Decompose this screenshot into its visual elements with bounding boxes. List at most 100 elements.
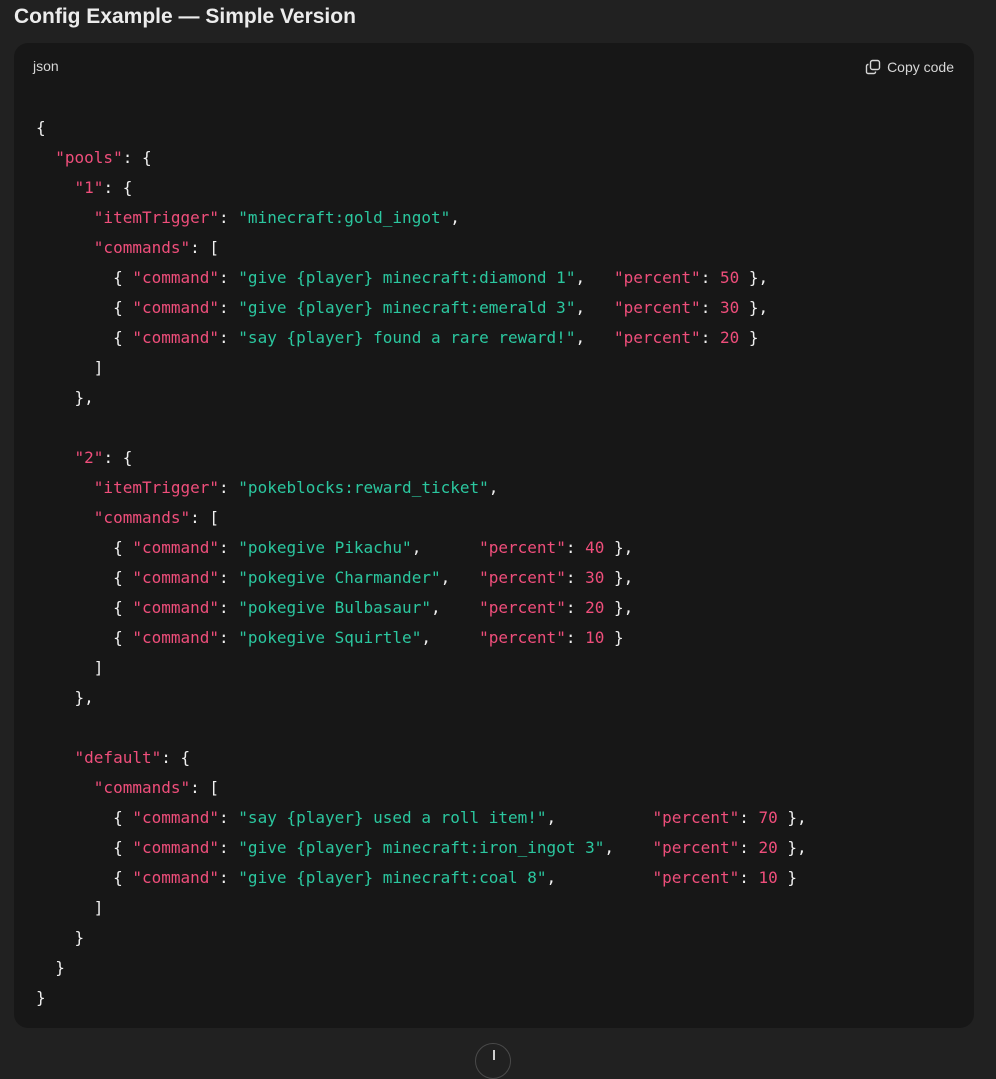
code-token-punctuation: },	[777, 838, 807, 857]
code-token-key: "commands"	[93, 238, 191, 257]
code-line: "1": {	[36, 173, 974, 203]
code-token-string: "pokegive Squirtle"	[238, 628, 422, 647]
code-line: },	[36, 683, 974, 713]
code-token-key: "command"	[132, 268, 220, 287]
code-token-punctuation: :	[219, 808, 239, 827]
code-token-punctuation: : {	[161, 748, 191, 767]
code-line: { "command": "pokegive Charmander", "per…	[36, 563, 974, 593]
code-token-key: "default"	[74, 748, 162, 767]
code-token-key: "percent"	[652, 808, 740, 827]
code-token-number: 10	[758, 868, 778, 887]
code-token-punctuation: ,	[450, 208, 460, 227]
code-line: ]	[36, 653, 974, 683]
code-token-key: "percent"	[613, 298, 701, 317]
code-token-punctuation: ]	[36, 358, 104, 377]
code-token-punctuation: :	[219, 598, 239, 617]
code-token-punctuation: ,	[421, 628, 480, 647]
code-line: "commands": [	[36, 773, 974, 803]
code-token-punctuation: :	[700, 328, 720, 347]
code-token-key: "commands"	[93, 778, 191, 797]
code-token-punctuation: :	[219, 568, 239, 587]
code-token-punctuation: {	[36, 568, 133, 587]
code-token-punctuation: :	[219, 628, 239, 647]
code-token-punctuation	[36, 208, 94, 227]
code-line: { "command": "give {player} minecraft:di…	[36, 263, 974, 293]
code-token-punctuation: :	[700, 298, 720, 317]
code-token-punctuation: {	[36, 838, 133, 857]
code-token-punctuation: :	[219, 268, 239, 287]
code-token-punctuation: ,	[546, 868, 653, 887]
code-block-header: json Copy code	[14, 43, 974, 91]
code-token-punctuation: },	[36, 388, 94, 407]
code-token-number: 30	[585, 568, 605, 587]
code-token-punctuation	[36, 478, 94, 497]
code-token-key: "2"	[74, 448, 104, 467]
code-line: }	[36, 923, 974, 953]
code-line: ]	[36, 353, 974, 383]
scroll-down-button[interactable]	[475, 1043, 511, 1079]
code-token-punctuation: {	[36, 328, 133, 347]
code-token-punctuation: {	[36, 808, 133, 827]
code-language-label: json	[33, 58, 59, 74]
code-token-punctuation: {	[36, 118, 46, 137]
code-token-punctuation: ,	[575, 268, 614, 287]
code-token-punctuation: :	[219, 838, 239, 857]
code-token-punctuation: {	[36, 298, 133, 317]
code-token-string: "give {player} minecraft:emerald 3"	[238, 298, 576, 317]
code-token-punctuation: : {	[122, 148, 152, 167]
code-token-punctuation: ,	[604, 838, 653, 857]
code-token-punctuation: :	[565, 628, 586, 647]
code-token-punctuation: ]	[36, 658, 104, 677]
code-token-punctuation: },	[604, 598, 634, 617]
code-token-punctuation	[36, 238, 94, 257]
code-line: { "command": "pokegive Bulbasaur", "perc…	[36, 593, 974, 623]
code-token-punctuation	[36, 748, 75, 767]
code-line: { "command": "say {player} used a roll i…	[36, 803, 974, 833]
code-token-key: "percent"	[479, 598, 566, 617]
code-token-punctuation: :	[219, 538, 239, 557]
code-token-key: "percent"	[479, 568, 566, 587]
code-token-punctuation: :	[565, 598, 586, 617]
code-line: "2": {	[36, 443, 974, 473]
copy-icon	[865, 59, 881, 75]
code-line: ]	[36, 893, 974, 923]
code-token-punctuation: ,	[440, 568, 480, 587]
code-token-key: "itemTrigger"	[93, 208, 220, 227]
code-token-punctuation: {	[36, 628, 133, 647]
code-token-punctuation: },	[739, 298, 769, 317]
code-token-punctuation: }	[777, 868, 798, 887]
code-token-key: "percent"	[613, 328, 701, 347]
code-line: "default": {	[36, 743, 974, 773]
code-line: "itemTrigger": "pokeblocks:reward_ticket…	[36, 473, 974, 503]
code-token-punctuation: }	[604, 628, 624, 647]
code-token-punctuation	[36, 448, 75, 467]
code-line: "itemTrigger": "minecraft:gold_ingot",	[36, 203, 974, 233]
code-token-number: 20	[758, 838, 778, 857]
code-token-punctuation: ,	[411, 538, 480, 557]
code-token-punctuation: {	[36, 538, 133, 557]
code-token-punctuation	[36, 778, 94, 797]
code-token-string: "say {player} found a rare reward!"	[238, 328, 576, 347]
code-token-string: "pokegive Bulbasaur"	[238, 598, 431, 617]
code-token-key: "commands"	[93, 508, 191, 527]
code-token-number: 30	[719, 298, 740, 317]
code-token-punctuation	[36, 178, 75, 197]
copy-code-button[interactable]: Copy code	[865, 56, 954, 78]
code-token-key: "1"	[74, 178, 104, 197]
code-line: "commands": [	[36, 233, 974, 263]
code-token-key: "percent"	[479, 538, 566, 557]
code-token-punctuation: :	[219, 478, 239, 497]
code-content: { "pools": { "1": { "itemTrigger": "mine…	[36, 113, 974, 1013]
code-token-punctuation: {	[36, 868, 133, 887]
code-token-punctuation: ,	[488, 478, 499, 497]
code-token-punctuation: }	[36, 958, 65, 977]
code-line: "commands": [	[36, 503, 974, 533]
code-token-punctuation: ,	[575, 298, 614, 317]
code-block: json Copy code { "pools": { "1": { "item…	[14, 43, 974, 1028]
code-token-punctuation: :	[565, 538, 586, 557]
code-token-punctuation: },	[36, 688, 94, 707]
code-token-punctuation: ]	[36, 898, 104, 917]
code-token-punctuation	[36, 148, 55, 167]
code-token-punctuation: :	[219, 208, 239, 227]
page-title: Config Example — Simple Version	[14, 5, 356, 28]
